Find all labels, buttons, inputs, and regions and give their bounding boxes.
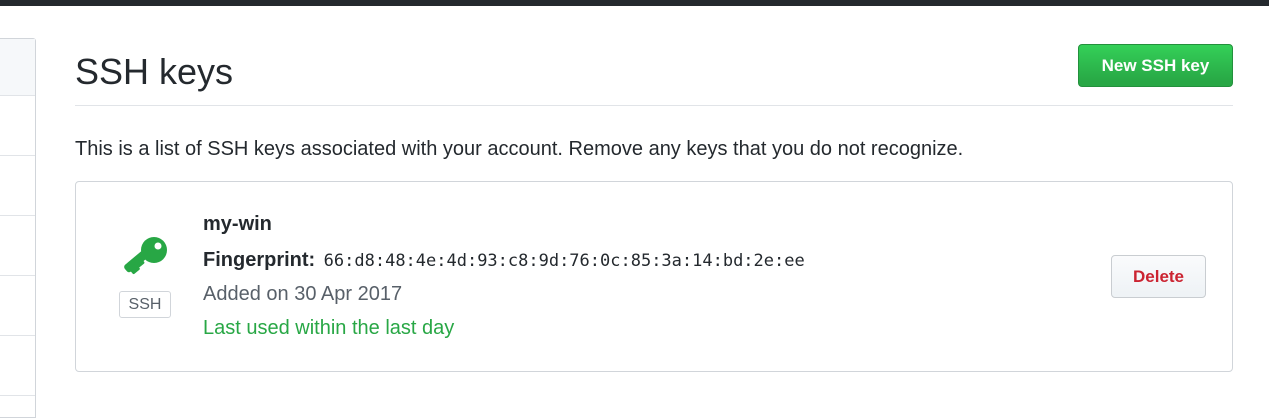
key-icon [124, 237, 167, 275]
sidebar-item[interactable] [0, 276, 35, 336]
sidebar-item[interactable] [0, 39, 35, 96]
page-header: SSH keys New SSH key [75, 38, 1233, 106]
new-ssh-key-button[interactable]: New SSH key [1078, 44, 1233, 87]
fingerprint-row: Fingerprint: 66:d8:48:4e:4d:93:c8:9d:76:… [203, 249, 805, 272]
ssh-type-badge: SSH [119, 291, 171, 318]
ssh-key-item: SSH my-win Fingerprint: 66:d8:48:4e:4d:9… [75, 181, 1233, 372]
fingerprint-label: Fingerprint: [203, 249, 316, 271]
added-date: Added on 30 Apr 2017 [203, 283, 403, 305]
top-navigation-bar [0, 0, 1269, 6]
sidebar-item[interactable] [0, 216, 35, 276]
sidebar-item[interactable] [0, 156, 35, 216]
key-title: my-win [203, 213, 272, 235]
fingerprint-value: 66:d8:48:4e:4d:93:c8:9d:76:0c:85:3a:14:b… [323, 251, 805, 271]
page-title: SSH keys [75, 51, 234, 92]
settings-sidebar [0, 38, 36, 418]
page-description: This is a list of SSH keys associated wi… [75, 138, 964, 160]
delete-key-button[interactable]: Delete [1111, 255, 1206, 298]
sidebar-item[interactable] [0, 336, 35, 396]
last-used-status: Last used within the last day [203, 317, 455, 339]
sidebar-item[interactable] [0, 96, 35, 156]
